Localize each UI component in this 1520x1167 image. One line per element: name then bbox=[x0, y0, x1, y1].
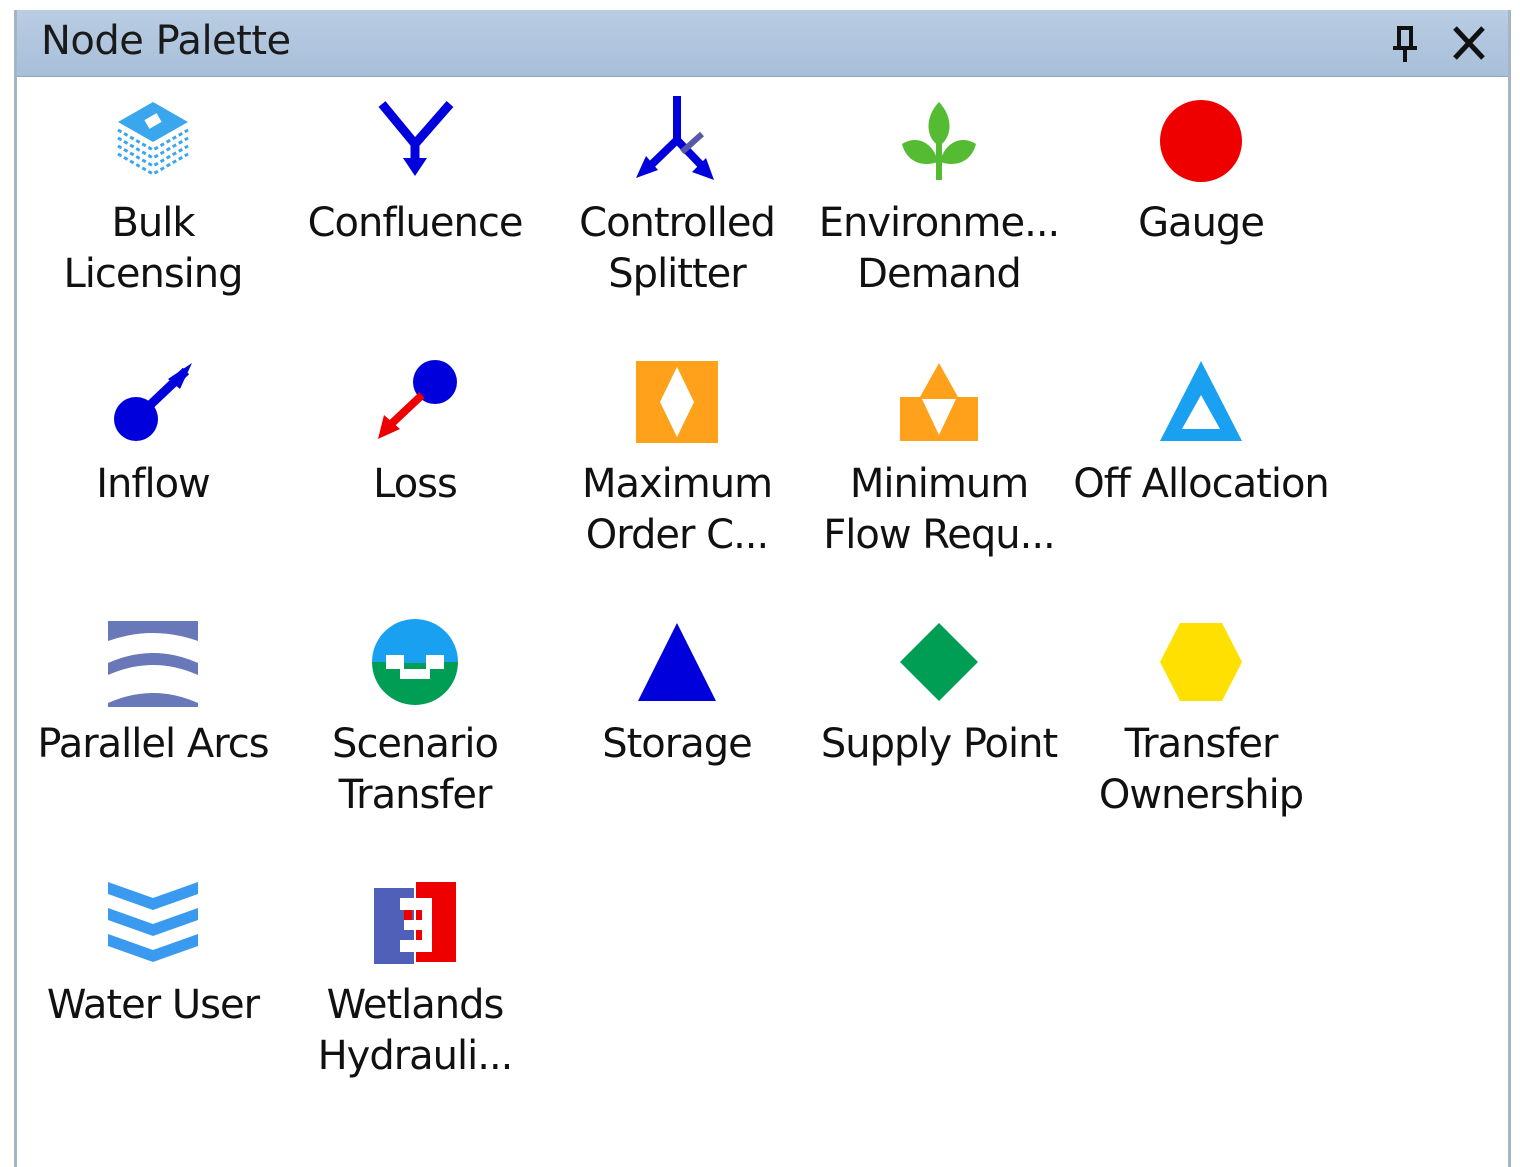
node-label: Inflow bbox=[96, 461, 211, 507]
off-allocation-icon bbox=[1160, 361, 1242, 441]
node-label: Controlled Splitter bbox=[579, 200, 776, 297]
loss-icon bbox=[378, 360, 457, 439]
window-title: Node Palette bbox=[41, 18, 291, 64]
bulk-licensing-icon bbox=[117, 102, 189, 176]
title-bar[interactable]: Node Palette bbox=[17, 10, 1508, 77]
node-palette-window: Node Palette Bulk Licensing Confluence C… bbox=[14, 10, 1511, 1167]
close-icon bbox=[1453, 26, 1485, 60]
confluence-icon bbox=[378, 101, 454, 176]
node-off-allocation[interactable]: Off Allocation bbox=[1071, 337, 1330, 577]
node-wetlands-hydraulic[interactable]: Wetlands Hydrauli... bbox=[285, 858, 535, 1098]
inflow-icon bbox=[114, 363, 192, 441]
parallel-arcs-icon bbox=[108, 621, 198, 707]
node-label: Scenario Transfer bbox=[332, 721, 499, 818]
node-gauge[interactable]: Gauge bbox=[1071, 76, 1321, 316]
node-transfer-ownership[interactable]: Transfer Ownership bbox=[1071, 597, 1321, 837]
node-maximum-order[interactable]: Maximum Order C... bbox=[547, 337, 797, 577]
node-confluence[interactable]: Confluence bbox=[285, 76, 535, 316]
scenario-transfer-icon bbox=[372, 619, 458, 705]
storage-icon bbox=[638, 623, 716, 701]
transfer-ownership-icon bbox=[1160, 623, 1242, 701]
node-label: Confluence bbox=[307, 200, 524, 246]
close-button[interactable] bbox=[1447, 20, 1491, 66]
gauge-icon bbox=[1160, 100, 1242, 182]
node-label: Gauge bbox=[1138, 200, 1265, 246]
maximum-order-icon bbox=[636, 361, 718, 443]
water-user-icon bbox=[108, 882, 198, 962]
pin-button[interactable] bbox=[1385, 20, 1429, 66]
node-scenario-transfer[interactable]: Scenario Transfer bbox=[285, 597, 535, 837]
node-parallel-arcs[interactable]: Parallel Arcs bbox=[23, 597, 273, 837]
node-water-user[interactable]: Water User bbox=[23, 858, 273, 1098]
node-inflow[interactable]: Inflow bbox=[23, 337, 273, 577]
environmental-demand-icon bbox=[902, 102, 976, 180]
node-label: Loss bbox=[373, 461, 458, 507]
node-label: Environme... Demand bbox=[818, 200, 1061, 297]
node-label: Transfer Ownership bbox=[1098, 721, 1304, 818]
node-label: Parallel Arcs bbox=[37, 721, 269, 767]
node-label: Bulk Licensing bbox=[63, 200, 243, 297]
supply-point-icon bbox=[900, 623, 978, 701]
minimum-flow-icon bbox=[900, 363, 978, 441]
wetlands-hydraulic-icon bbox=[374, 882, 456, 964]
node-label: Supply Point bbox=[820, 721, 1058, 767]
node-label: Maximum Order C... bbox=[581, 461, 773, 558]
node-label: Wetlands Hydrauli... bbox=[317, 982, 514, 1079]
node-label: Off Allocation bbox=[1073, 461, 1330, 507]
pin-icon bbox=[1393, 26, 1417, 62]
node-supply-point[interactable]: Supply Point bbox=[809, 597, 1059, 837]
node-label: Water User bbox=[46, 982, 260, 1028]
node-environmental-demand[interactable]: Environme... Demand bbox=[809, 76, 1060, 316]
node-storage[interactable]: Storage bbox=[547, 597, 797, 837]
node-minimum-flow[interactable]: Minimum Flow Requ... bbox=[809, 337, 1059, 577]
node-controlled-splitter[interactable]: Controlled Splitter bbox=[547, 76, 797, 316]
node-label: Storage bbox=[602, 721, 753, 767]
controlled-splitter-icon bbox=[636, 96, 714, 180]
node-bulk-licensing[interactable]: Bulk Licensing bbox=[23, 76, 273, 316]
node-label: Minimum Flow Requ... bbox=[823, 461, 1056, 558]
node-loss[interactable]: Loss bbox=[285, 337, 535, 577]
node-grid: Bulk Licensing Confluence Controlled Spl… bbox=[17, 76, 1508, 1167]
